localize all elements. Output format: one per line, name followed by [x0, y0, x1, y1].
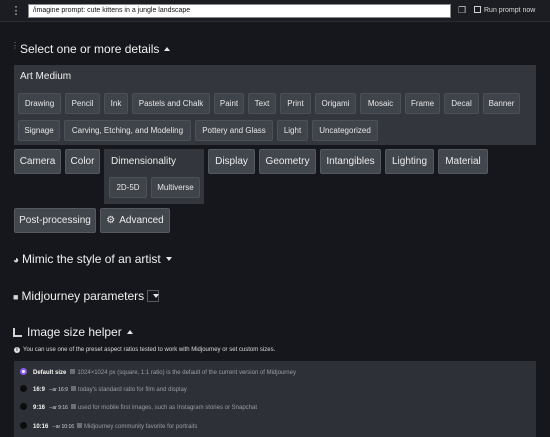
- radio-selected[interactable]: [20, 368, 27, 375]
- folder-icon: ■: [13, 292, 19, 302]
- external-link-icon: [474, 6, 481, 13]
- gear-icon: ⚙: [106, 215, 116, 226]
- prompt-input[interactable]: /imagine prompt: cute kittens in a jungl…: [28, 4, 451, 18]
- chip-multiverse[interactable]: Multiverse: [151, 177, 200, 198]
- size-code: --ar 10:16: [52, 424, 75, 430]
- caret-down-box[interactable]: [147, 290, 160, 302]
- run-prompt-label: Run prompt now: [484, 7, 536, 14]
- palette-icon: ◕: [13, 255, 20, 266]
- caret-up-icon: [126, 330, 133, 334]
- chip-frame[interactable]: Frame: [405, 93, 440, 114]
- size-options-panel: Default size 1024×1024 px (square, 1:1 ra…: [14, 361, 536, 437]
- ratio-icon: [70, 404, 76, 409]
- run-prompt-button[interactable]: Run prompt now: [474, 4, 535, 18]
- category-material[interactable]: Material: [438, 149, 488, 174]
- chip-mosaic[interactable]: Mosaic: [360, 93, 401, 114]
- category-advanced[interactable]: ⚙ Advanced: [100, 208, 170, 233]
- category-lighting[interactable]: Lighting: [385, 149, 434, 174]
- chip-carving-etching-modeling[interactable]: Carving, Etching, and Modeling: [64, 120, 191, 141]
- copy-icon[interactable]: ❐: [458, 5, 468, 16]
- top-bar: ⋮ /imagine prompt: cute kittens in a jun…: [0, 0, 550, 22]
- details-section-title: Select one or more details: [20, 42, 160, 56]
- radio[interactable]: [20, 385, 27, 392]
- crop-icon: [13, 328, 22, 337]
- chip-ink[interactable]: Ink: [104, 93, 128, 114]
- chip-uncategorized[interactable]: Uncategorized: [312, 120, 378, 141]
- size-desc: 1024×1024 px (square, 1:1 ratio) is the …: [77, 370, 296, 376]
- category-color[interactable]: Color: [65, 149, 100, 174]
- chip-pottery-and-glass[interactable]: Pottery and Glass: [195, 120, 273, 141]
- chip-signage[interactable]: Signage: [18, 120, 60, 141]
- size-option-default[interactable]: Default size 1024×1024 px (square, 1:1 ra…: [20, 366, 296, 380]
- size-info-text: You can use one of the preset aspect rat…: [23, 347, 276, 353]
- category-camera[interactable]: Camera: [14, 149, 61, 174]
- caret-down-icon: [153, 294, 160, 298]
- ratio-icon: [77, 423, 83, 428]
- info-icon: i: [14, 347, 20, 353]
- details-section-header[interactable]: Select one or more details: [20, 42, 171, 56]
- radio[interactable]: [20, 422, 27, 429]
- size-section-header[interactable]: Image size helper: [13, 325, 133, 339]
- caret-down-icon: [165, 257, 172, 261]
- chip-pastels-and-chalk[interactable]: Pastels and Chalk: [132, 93, 210, 114]
- ratio-icon: [70, 369, 76, 374]
- category-geometry[interactable]: Geometry: [259, 149, 316, 174]
- chip-origami[interactable]: Origami: [315, 93, 356, 114]
- size-desc: today's standard ratio for film and disp…: [77, 387, 187, 393]
- radio[interactable]: [20, 403, 27, 410]
- size-code: --ar 16:9: [49, 387, 68, 393]
- size-label: 16:9: [33, 387, 46, 393]
- size-section-title: Image size helper: [27, 325, 122, 339]
- size-code: --ar 9:16: [49, 405, 68, 411]
- artist-section-header[interactable]: ◕ Mimic the style of an artist: [13, 252, 172, 266]
- chip-print[interactable]: Print: [280, 93, 311, 114]
- size-label: Default size: [33, 370, 67, 376]
- chip-text[interactable]: Text: [248, 93, 276, 114]
- chip-pencil[interactable]: Pencil: [65, 93, 100, 114]
- drag-handle-icon[interactable]: ⋮: [11, 42, 19, 50]
- size-label: 9:16: [33, 405, 46, 411]
- size-option-16-9[interactable]: 16:9 --ar 16:9 today's standard ratio for …: [20, 383, 187, 397]
- more-vertical-icon[interactable]: ⋮: [10, 5, 22, 17]
- size-label: 10:16: [33, 424, 49, 430]
- category-post-processing[interactable]: Post-processing: [14, 208, 96, 233]
- size-info: i You can use one of the preset aspect ra…: [14, 347, 275, 353]
- chip-drawing[interactable]: Drawing: [18, 93, 61, 114]
- size-option-9-16[interactable]: 9:16 --ar 9:16 used for mobile first image…: [20, 401, 257, 415]
- size-option-10-16[interactable]: 10:16 --ar 10:16 Midjourney community favo…: [20, 420, 197, 434]
- params-section-title: Midjourney parameters: [21, 289, 145, 303]
- chip-banner[interactable]: Banner: [483, 93, 520, 114]
- art-medium-title: Art Medium: [20, 71, 72, 82]
- params-section-header[interactable]: ■ Midjourney parameters: [13, 289, 160, 303]
- category-dimensionality[interactable]: Dimensionality: [104, 149, 204, 174]
- chip-2d-5d[interactable]: 2D-5D: [109, 177, 147, 198]
- category-advanced-label: Advanced: [119, 215, 164, 226]
- artist-section-title: Mimic the style of an artist: [22, 252, 161, 266]
- chip-light[interactable]: Light: [277, 120, 308, 141]
- caret-up-icon: [164, 47, 171, 51]
- size-desc: used for mobile first images, such as In…: [77, 405, 258, 411]
- category-display[interactable]: Display: [208, 149, 255, 174]
- category-intangibles[interactable]: Intangibles: [320, 149, 381, 174]
- chip-decal[interactable]: Decal: [444, 93, 479, 114]
- ratio-icon: [70, 386, 76, 391]
- size-desc: Midjourney community favorite for portra…: [84, 424, 198, 430]
- chip-paint[interactable]: Paint: [214, 93, 244, 114]
